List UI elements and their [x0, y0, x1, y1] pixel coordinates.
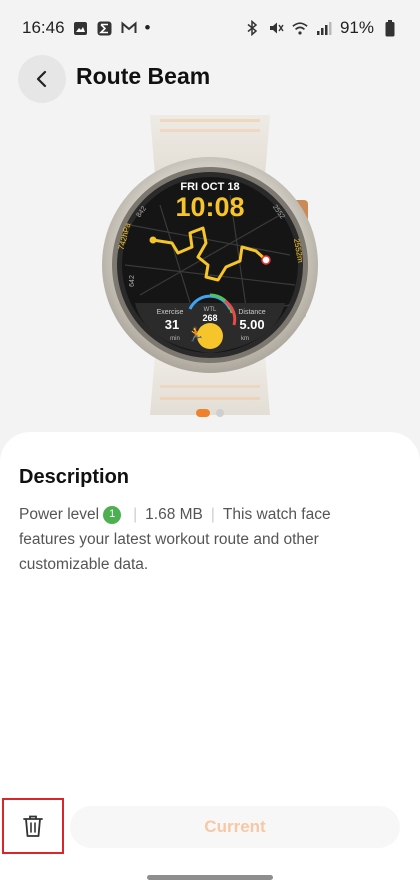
- watch-face-image: FRI OCT 18 10:08 742hPa 842 2552m 2552 6…: [102, 115, 318, 415]
- exercise-label: Exercise: [157, 309, 184, 316]
- bottom-actions: Current: [0, 798, 420, 858]
- power-level-badge: 1: [103, 505, 122, 524]
- current-button[interactable]: Current: [70, 806, 400, 848]
- pager-dot-active[interactable]: [196, 409, 210, 417]
- page-title: Route Beam: [76, 63, 211, 89]
- battery-percent: 91%: [339, 18, 374, 37]
- chevron-left-icon: [36, 70, 47, 88]
- exercise-unit: min: [170, 336, 180, 342]
- description-card: Description Power level 1 | 1.68 MB | This wa…: [0, 432, 420, 887]
- description-title: Description: [19, 466, 130, 488]
- trash-icon: [23, 815, 43, 837]
- pager-dot[interactable]: [216, 409, 224, 417]
- description-body: Power level 1 | 1.68 MB | This watch face fea…: [19, 502, 359, 577]
- separator: |: [133, 506, 138, 523]
- distance-unit: km: [241, 336, 249, 342]
- watch-bottom-left-small: 642: [129, 275, 136, 287]
- notification-dot: •: [144, 18, 151, 37]
- watch-preview[interactable]: FRI OCT 18 10:08 742hPa 842 2552m 2552 6…: [0, 115, 420, 415]
- status-bar: 16:46 • 91%: [0, 0, 420, 56]
- status-left: 16:46 •: [22, 18, 151, 38]
- wifi-icon: [292, 20, 308, 36]
- status-right: 91%: [244, 18, 398, 38]
- sigma-app-icon: [97, 20, 113, 36]
- status-time: 16:46: [22, 18, 65, 37]
- mail-icon: [121, 20, 137, 36]
- distance-label: Distance: [238, 309, 265, 316]
- mute-icon: [268, 20, 284, 36]
- exercise-value: 31: [165, 317, 179, 332]
- gallery-icon: [73, 20, 89, 36]
- carousel-pager: [0, 409, 420, 417]
- back-button[interactable]: [18, 55, 66, 103]
- signal-icon: [316, 20, 332, 36]
- battery-icon: [382, 19, 398, 36]
- header: Route Beam: [0, 52, 420, 108]
- wtl-value: 268: [202, 313, 217, 323]
- delete-button[interactable]: [2, 798, 64, 854]
- home-indicator[interactable]: [147, 875, 273, 880]
- distance-value: 5.00: [239, 317, 264, 332]
- watch-time: 10:08: [175, 192, 244, 222]
- power-level-label: Power level: [19, 506, 100, 523]
- file-size: 1.68 MB: [145, 506, 203, 523]
- runner-icon: 🏃: [187, 326, 204, 342]
- separator: |: [210, 506, 215, 523]
- bluetooth-icon: [244, 20, 260, 36]
